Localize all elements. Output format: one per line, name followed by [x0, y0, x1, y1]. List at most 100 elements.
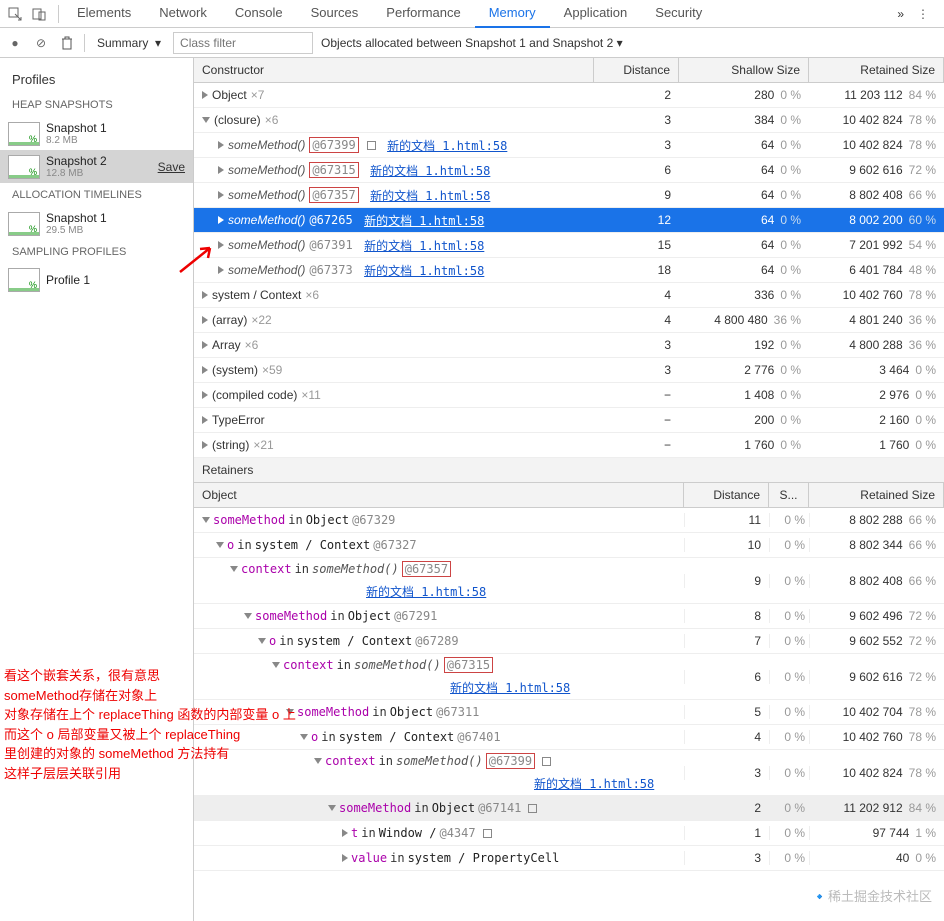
col-distance[interactable]: Distance [594, 58, 679, 82]
retainer-row[interactable]: someMethod in Object @67329110 %8 802 28… [194, 508, 944, 533]
source-link[interactable]: 新的文档 1.html:58 [366, 583, 486, 600]
retainers-grid[interactable]: someMethod in Object @67329110 %8 802 28… [194, 508, 944, 921]
device-icon[interactable] [30, 5, 48, 23]
retainer-row[interactable]: o in system / Context @6728970 %9 602 55… [194, 629, 944, 654]
inspect-icon[interactable] [6, 5, 24, 23]
constructor-row[interactable]: Array ×631920 %4 800 28836 % [194, 333, 944, 358]
snapshot-item[interactable]: Snapshot 212.8 MBSave [0, 150, 193, 183]
allocation-filter-dropdown[interactable]: Objects allocated between Snapshot 1 and… [321, 36, 623, 50]
col-r-retained[interactable]: Retained Size [809, 483, 944, 507]
retainer-row[interactable]: someMethod in Object @6731150 %10 402 70… [194, 700, 944, 725]
col-retained[interactable]: Retained Size [809, 58, 944, 82]
r-shallow: 0 % [769, 705, 809, 719]
constructor-row[interactable]: (string) ×21−1 7600 %1 7600 % [194, 433, 944, 458]
expand-icon[interactable] [286, 709, 294, 715]
expand-icon[interactable] [218, 216, 224, 224]
expand-icon[interactable] [202, 91, 208, 99]
expand-icon[interactable] [218, 191, 224, 199]
tab-memory[interactable]: Memory [475, 0, 550, 28]
constructor-row[interactable]: system / Context ×643360 %10 402 76078 % [194, 283, 944, 308]
retainer-row[interactable]: t in Window / @434710 %97 7441 % [194, 821, 944, 846]
retainer-row[interactable]: o in system / Context @67327100 %8 802 3… [194, 533, 944, 558]
constructors-grid[interactable]: Object ×722800 %11 203 11284 %(closure) … [194, 83, 944, 458]
constructor-row[interactable]: (system) ×5932 7760 %3 4640 % [194, 358, 944, 383]
class-filter-input[interactable] [173, 32, 313, 54]
retainer-row[interactable]: someMethod in Object @6729180 %9 602 496… [194, 604, 944, 629]
tab-performance[interactable]: Performance [372, 0, 474, 28]
expand-icon[interactable] [202, 117, 210, 123]
tab-elements[interactable]: Elements [63, 0, 145, 28]
retainer-row[interactable]: context in someMethod() @67399新的文档 1.htm… [194, 750, 944, 796]
expand-icon[interactable] [202, 366, 208, 374]
retainer-row[interactable]: context in someMethod() @67315新的文档 1.htm… [194, 654, 944, 700]
source-link[interactable]: 新的文档 1.html:58 [370, 162, 490, 179]
constructor-row[interactable]: someMethod() @67315 新的文档 1.html:586640 %… [194, 158, 944, 183]
constructor-row[interactable]: someMethod() @67391 新的文档 1.html:5815640 … [194, 233, 944, 258]
expand-icon[interactable] [218, 266, 224, 274]
expand-icon[interactable] [202, 416, 208, 424]
trash-icon[interactable] [58, 34, 76, 52]
expand-icon[interactable] [218, 241, 224, 249]
expand-icon[interactable] [244, 613, 252, 619]
col-object[interactable]: Object [194, 483, 684, 507]
save-link[interactable]: Save [158, 160, 185, 174]
source-link[interactable]: 新的文档 1.html:58 [364, 237, 484, 254]
expand-icon[interactable] [202, 316, 208, 324]
expand-icon[interactable] [314, 758, 322, 764]
expand-icon[interactable] [342, 829, 348, 837]
col-shallow[interactable]: Shallow Size [679, 58, 809, 82]
expand-icon[interactable] [342, 854, 348, 862]
retainer-row[interactable]: value in system / PropertyCell30 %400 % [194, 846, 944, 871]
expand-icon[interactable] [258, 638, 266, 644]
retainer-row[interactable]: context in someMethod() @67357新的文档 1.htm… [194, 558, 944, 604]
constructor-row[interactable]: Object ×722800 %11 203 11284 % [194, 83, 944, 108]
source-link[interactable]: 新的文档 1.html:58 [387, 137, 507, 154]
retainer-row[interactable]: someMethod in Object @6714120 %11 202 91… [194, 796, 944, 821]
retainer-row[interactable]: o in system / Context @6740140 %10 402 7… [194, 725, 944, 750]
clear-icon[interactable]: ⊘ [32, 34, 50, 52]
expand-icon[interactable] [202, 391, 208, 399]
constructor-row[interactable]: someMethod() @67265 新的文档 1.html:5812640 … [194, 208, 944, 233]
constructor-row[interactable]: TypeError−2000 %2 1600 % [194, 408, 944, 433]
tab-network[interactable]: Network [145, 0, 221, 28]
tab-sources[interactable]: Sources [297, 0, 373, 28]
expand-icon[interactable] [202, 441, 208, 449]
source-link[interactable]: 新的文档 1.html:58 [534, 775, 654, 792]
constructor-row[interactable]: someMethod() @67399 新的文档 1.html:583640 %… [194, 133, 944, 158]
record-icon[interactable]: ● [6, 34, 24, 52]
source-link[interactable]: 新的文档 1.html:58 [370, 187, 490, 204]
snapshot-item[interactable]: Snapshot 129.5 MB [0, 207, 193, 240]
source-link[interactable]: 新的文档 1.html:58 [364, 212, 484, 229]
tab-console[interactable]: Console [221, 0, 297, 28]
constructor-row[interactable]: someMethod() @67357 新的文档 1.html:589640 %… [194, 183, 944, 208]
view-dropdown[interactable]: Summary ▾ [93, 34, 165, 52]
object-id: @67265 [309, 213, 352, 227]
snapshot-item[interactable]: Snapshot 18.2 MB [0, 117, 193, 150]
constructor-row[interactable]: (closure) ×633840 %10 402 82478 % [194, 108, 944, 133]
constructor-row[interactable]: someMethod() @67373 新的文档 1.html:5818640 … [194, 258, 944, 283]
expand-icon[interactable] [216, 542, 224, 548]
tab-application[interactable]: Application [550, 0, 642, 28]
expand-icon[interactable] [230, 566, 238, 572]
more-tabs[interactable]: » [897, 7, 904, 21]
expand-icon[interactable] [202, 517, 210, 523]
expand-icon[interactable] [300, 734, 308, 740]
distance-cell: 12 [594, 213, 679, 227]
expand-icon[interactable] [202, 341, 208, 349]
kebab-menu-icon[interactable]: ⋮ [914, 5, 932, 23]
row-count: ×21 [253, 438, 273, 452]
col-r-distance[interactable]: Distance [684, 483, 769, 507]
col-r-shallow[interactable]: S... [769, 483, 809, 507]
snapshot-item[interactable]: Profile 1 [0, 264, 193, 296]
constructor-row[interactable]: (array) ×2244 800 48036 %4 801 24036 % [194, 308, 944, 333]
expand-icon[interactable] [328, 805, 336, 811]
tab-security[interactable]: Security [641, 0, 716, 28]
source-link[interactable]: 新的文档 1.html:58 [364, 262, 484, 279]
expand-icon[interactable] [218, 141, 224, 149]
expand-icon[interactable] [218, 166, 224, 174]
col-constructor[interactable]: Constructor [194, 58, 594, 82]
constructor-row[interactable]: (compiled code) ×11−1 4080 %2 9760 % [194, 383, 944, 408]
source-link[interactable]: 新的文档 1.html:58 [450, 679, 570, 696]
expand-icon[interactable] [202, 291, 208, 299]
expand-icon[interactable] [272, 662, 280, 668]
